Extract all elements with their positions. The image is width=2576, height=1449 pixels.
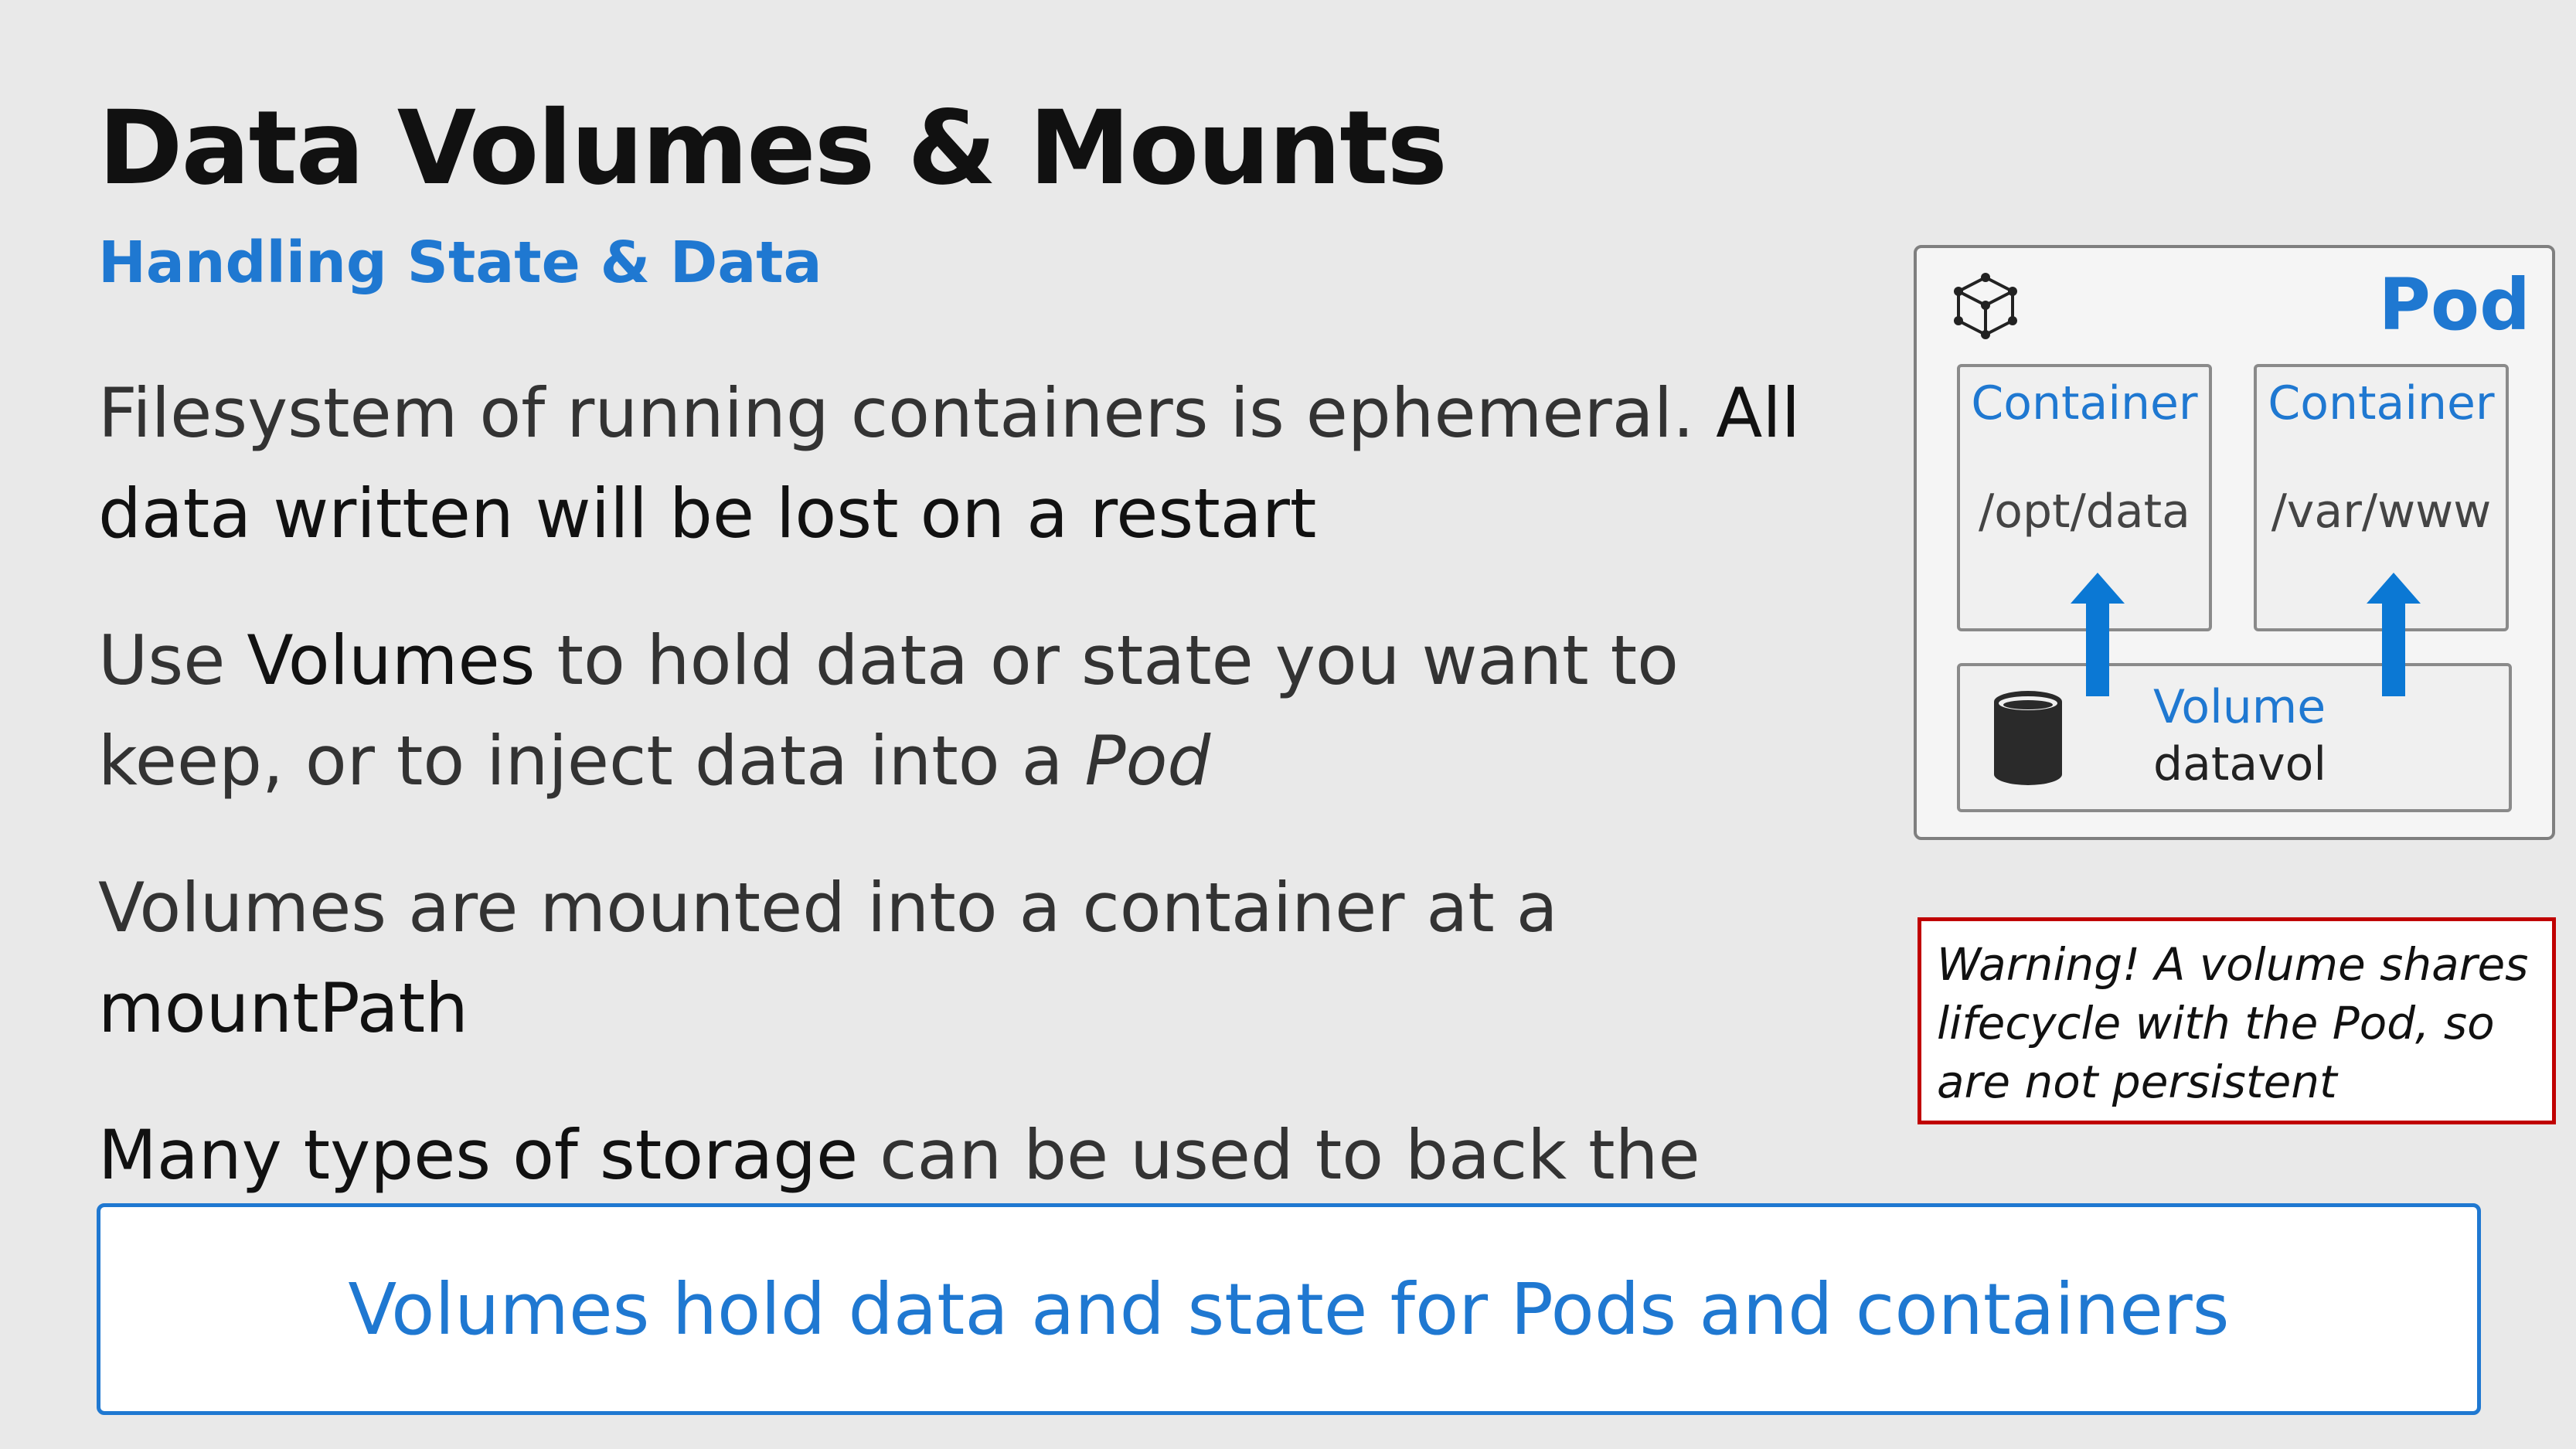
container-mount-path: /opt/data (1979, 485, 2190, 539)
bullet-item: Use Volumes to hold data or state you wa… (98, 611, 1876, 811)
pod-label: Pod (2378, 264, 2531, 346)
slide-subtitle: Handling State & Data (98, 230, 822, 296)
slide: Data Volumes & Mounts Handling State & D… (0, 0, 2576, 1449)
bullet-text: Filesystem of running containers is ephe… (98, 373, 1717, 453)
pod-diagram: Pod Container /opt/data Container /var/w… (1914, 245, 2555, 840)
bullet-item: Volumes are mounted into a container at … (98, 858, 1876, 1059)
bullet-emphasis: Many types of storage (98, 1115, 859, 1195)
container-title: Container (2268, 376, 2495, 430)
slide-title: Data Volumes & Mounts (98, 89, 1448, 208)
volume-title: Volume (2153, 680, 2326, 734)
bullet-italic: Pod (1084, 721, 1211, 801)
container-title: Container (1971, 376, 2198, 430)
bullet-text: Volumes are mounted into a container at … (98, 868, 1558, 947)
bullet-emphasis: mountPath (98, 968, 468, 1048)
volume-box: Volume datavol (1957, 663, 2512, 812)
warning-callout: Warning! A volume shares lifecycle with … (1918, 917, 2556, 1124)
container-mount-path: /var/www (2271, 485, 2492, 539)
cube-icon (1954, 273, 2017, 339)
summary-banner: Volumes hold data and state for Pods and… (97, 1203, 2481, 1415)
arrow-up-icon (2367, 573, 2421, 696)
bullet-emphasis: Volumes (247, 621, 536, 700)
bullet-item: Filesystem of running containers is ephe… (98, 363, 1876, 564)
volume-name: datavol (2153, 737, 2327, 791)
database-icon (1994, 691, 2062, 785)
arrow-up-icon (2071, 573, 2125, 696)
bullet-text: Use (98, 621, 247, 700)
